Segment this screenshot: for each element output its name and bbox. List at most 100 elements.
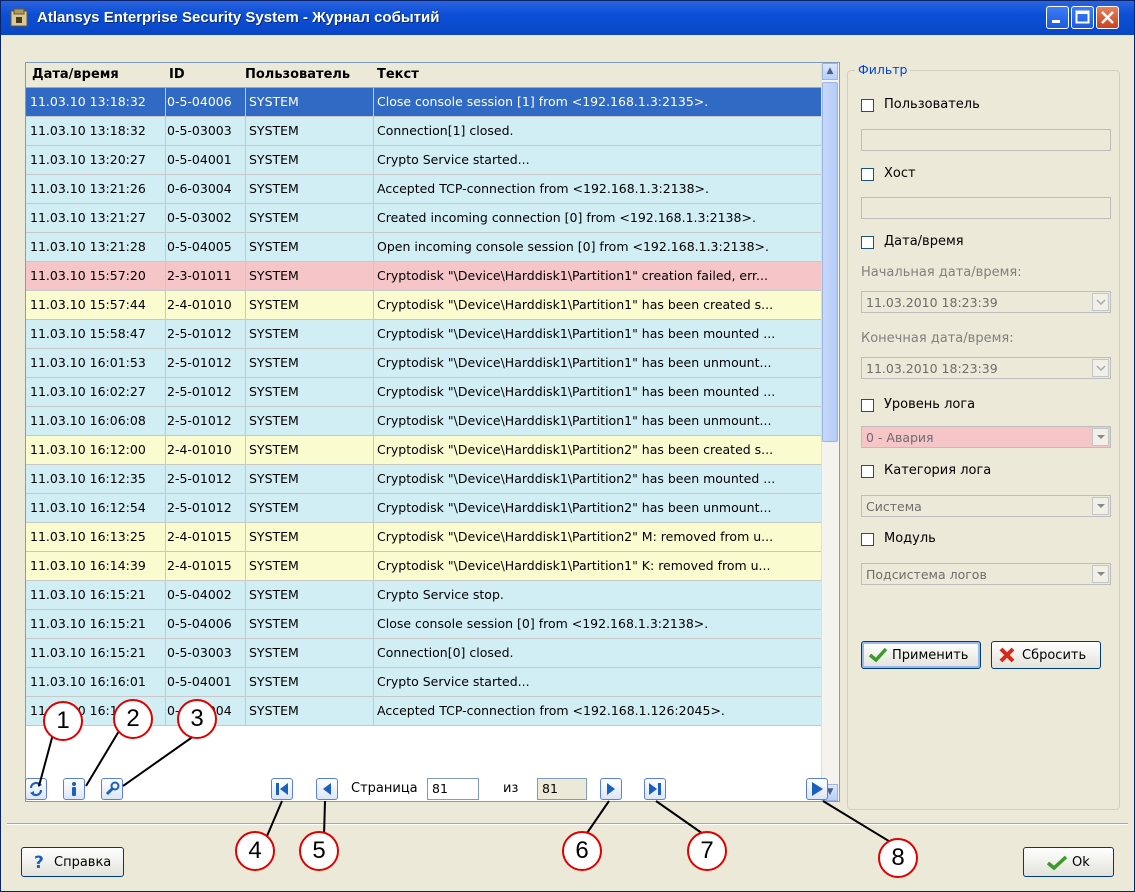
column-header-user[interactable]: Пользователь <box>245 67 350 82</box>
cell-id: 0-5-04006 <box>167 94 232 109</box>
first-page-button[interactable] <box>271 778 293 800</box>
cell-datetime: 11.03.10 13:18:32 <box>30 94 146 109</box>
cell-datetime: 11.03.10 13:18:32 <box>30 123 146 138</box>
cell-datetime: 11.03.10 16:15:21 <box>30 587 146 602</box>
table-row[interactable]: 11.03.10 13:21:27 0-5-03002 SYSTEM Created … <box>26 204 823 233</box>
column-divider <box>245 262 246 290</box>
table-row[interactable]: 11.03.10 16:16:01 0-5-04001 SYSTEM Crypto S… <box>26 668 823 697</box>
host-field <box>861 197 1111 219</box>
table-row[interactable]: 11.03.10 16:15:21 0-5-03003 SYSTEM Connecti… <box>26 639 823 668</box>
info-button[interactable] <box>63 778 85 800</box>
cell-id: 2-4-01010 <box>167 442 232 457</box>
maximize-button[interactable] <box>1071 6 1094 29</box>
table-row[interactable]: 11.03.10 16:14:39 2-4-01015 SYSTEM Cryptodi… <box>26 552 823 581</box>
column-divider <box>373 233 374 261</box>
table-row[interactable]: 11.03.10 16:12:35 2-5-01012 SYSTEM Cryptodi… <box>26 465 823 494</box>
cell-user: SYSTEM <box>249 587 299 602</box>
user-checkbox[interactable] <box>861 99 874 112</box>
column-divider <box>245 523 246 551</box>
chevron-down-icon <box>1097 572 1105 576</box>
cell-datetime: 11.03.10 16:16:01 <box>30 674 146 689</box>
table-row[interactable]: 11.03.10 16:15:21 0-5-04006 SYSTEM Close co… <box>26 610 823 639</box>
table-row[interactable]: 11.03.10 16:12:54 2-5-01012 SYSTEM Cryptodi… <box>26 494 823 523</box>
prev-page-button[interactable] <box>316 778 338 800</box>
cell-text: Cryptodisk "\Device\Harddisk1\Partition1… <box>377 326 776 341</box>
cell-text: Crypto Service stop. <box>377 587 504 602</box>
table-row[interactable]: 11.03.10 13:21:28 0-5-04005 SYSTEM Open inc… <box>26 233 823 262</box>
column-header-text[interactable]: Текст <box>377 67 419 82</box>
column-divider <box>245 610 246 638</box>
log-category-checkbox[interactable] <box>861 465 874 478</box>
cell-id: 0-6-03004 <box>167 181 232 196</box>
table-row[interactable]: 11.03.10 15:57:44 2-4-01010 SYSTEM Cryptodi… <box>26 291 823 320</box>
column-divider <box>373 639 374 667</box>
column-divider <box>165 146 166 174</box>
column-header-datetime[interactable]: Дата/время <box>32 67 119 82</box>
module-label: Модуль <box>884 531 936 546</box>
reset-button[interactable]: Сбросить <box>991 641 1101 669</box>
cell-text: Cryptodisk "\Device\Harddisk1\Partition2… <box>377 442 774 457</box>
cell-text: Close console session [0] from <192.168.… <box>377 616 709 631</box>
table-row[interactable]: 11.03.10 15:57:20 2-3-01011 SYSTEM Cryptodi… <box>26 262 823 291</box>
datetime-checkbox[interactable] <box>861 236 874 249</box>
apply-button[interactable]: Применить <box>861 641 981 669</box>
table-row[interactable]: 11.03.10 13:21:26 0-6-03004 SYSTEM Accepted… <box>26 175 823 204</box>
apply-button-label: Применить <box>892 648 969 663</box>
table-row[interactable]: 11.03.10 15:58:47 2-5-01012 SYSTEM Cryptodi… <box>26 320 823 349</box>
minimize-button[interactable] <box>1046 6 1069 29</box>
table-row[interactable]: 11.03.10 13:20:27 0-5-04001 SYSTEM Crypto S… <box>26 146 823 175</box>
scroll-thumb[interactable] <box>822 82 838 442</box>
scroll-up-button[interactable]: ▲ <box>822 63 838 80</box>
module-checkbox[interactable] <box>861 533 874 546</box>
events-table[interactable]: Дата/время ID Пользователь Текст 11.03.1… <box>25 62 840 802</box>
column-divider <box>245 117 246 145</box>
column-divider <box>165 175 166 203</box>
close-button[interactable] <box>1096 6 1119 29</box>
cell-id: 0-5-03002 <box>167 210 232 225</box>
column-header-id[interactable]: ID <box>169 67 185 82</box>
cell-id: 2-5-01012 <box>167 355 232 370</box>
total-pages-field: 81 <box>537 778 587 800</box>
table-row[interactable]: 11.03.10 16:02:27 2-5-01012 SYSTEM Cryptodi… <box>26 378 823 407</box>
cell-text: Close console session [1] from <192.168.… <box>377 94 709 109</box>
table-row[interactable]: 11.03.10 16:12:00 2-4-01010 SYSTEM Cryptodi… <box>26 436 823 465</box>
log-level-checkbox[interactable] <box>861 399 874 412</box>
table-row[interactable]: 11.03.10 13:18:32 0-5-03003 SYSTEM Connecti… <box>26 117 823 146</box>
settings-button[interactable] <box>101 778 123 800</box>
column-divider <box>165 262 166 290</box>
play-button[interactable] <box>806 778 828 800</box>
table-row[interactable]: 11.03.10 16:13:25 2-4-01015 SYSTEM Cryptodi… <box>26 523 823 552</box>
host-checkbox[interactable] <box>861 168 874 181</box>
title-bar[interactable]: Atlansys Enterprise Security System - Жу… <box>1 1 1134 35</box>
table-row[interactable]: 11.03.10 16:06:08 2-5-01012 SYSTEM Cryptodi… <box>26 407 823 436</box>
table-row[interactable]: 11.03.10 16:15:21 0-5-04002 SYSTEM Crypto S… <box>26 581 823 610</box>
next-page-button[interactable] <box>600 778 622 800</box>
refresh-button[interactable] <box>25 778 47 800</box>
column-divider <box>245 668 246 696</box>
last-page-button[interactable] <box>644 778 666 800</box>
start-datetime-field: 11.03.2010 18:23:39 <box>861 291 1111 313</box>
ok-button[interactable]: Ok <box>1023 847 1114 877</box>
page-number-input[interactable]: 81 <box>427 778 479 800</box>
ok-button-label: Ok <box>1072 855 1090 870</box>
table-row[interactable]: 11.03.10 16:01:53 2-5-01012 SYSTEM Cryptodi… <box>26 349 823 378</box>
play-icon <box>812 782 823 796</box>
cell-user: SYSTEM <box>249 152 299 167</box>
cell-id: 0-5-04002 <box>167 587 232 602</box>
cell-user: SYSTEM <box>249 355 299 370</box>
vertical-scrollbar[interactable]: ▲ ▼ <box>821 63 839 801</box>
cell-id: 2-5-01012 <box>167 384 232 399</box>
end-datetime-label: Конечная дата/время: <box>861 331 1014 346</box>
table-row[interactable]: 11.03.10 13:18:32 0-5-04006 SYSTEM Close co… <box>26 88 823 117</box>
cell-user: SYSTEM <box>249 239 299 254</box>
cell-user: SYSTEM <box>249 181 299 196</box>
column-divider <box>373 552 374 580</box>
column-divider <box>245 697 246 725</box>
help-button[interactable]: ? Справка <box>21 847 124 877</box>
log-level-dropdown <box>1092 428 1109 446</box>
close-icon <box>1101 11 1114 24</box>
column-divider <box>245 465 246 493</box>
prev-page-icon <box>323 783 331 795</box>
callout-7: 7 <box>687 831 727 871</box>
start-datetime-label: Начальная дата/время: <box>861 265 1022 280</box>
